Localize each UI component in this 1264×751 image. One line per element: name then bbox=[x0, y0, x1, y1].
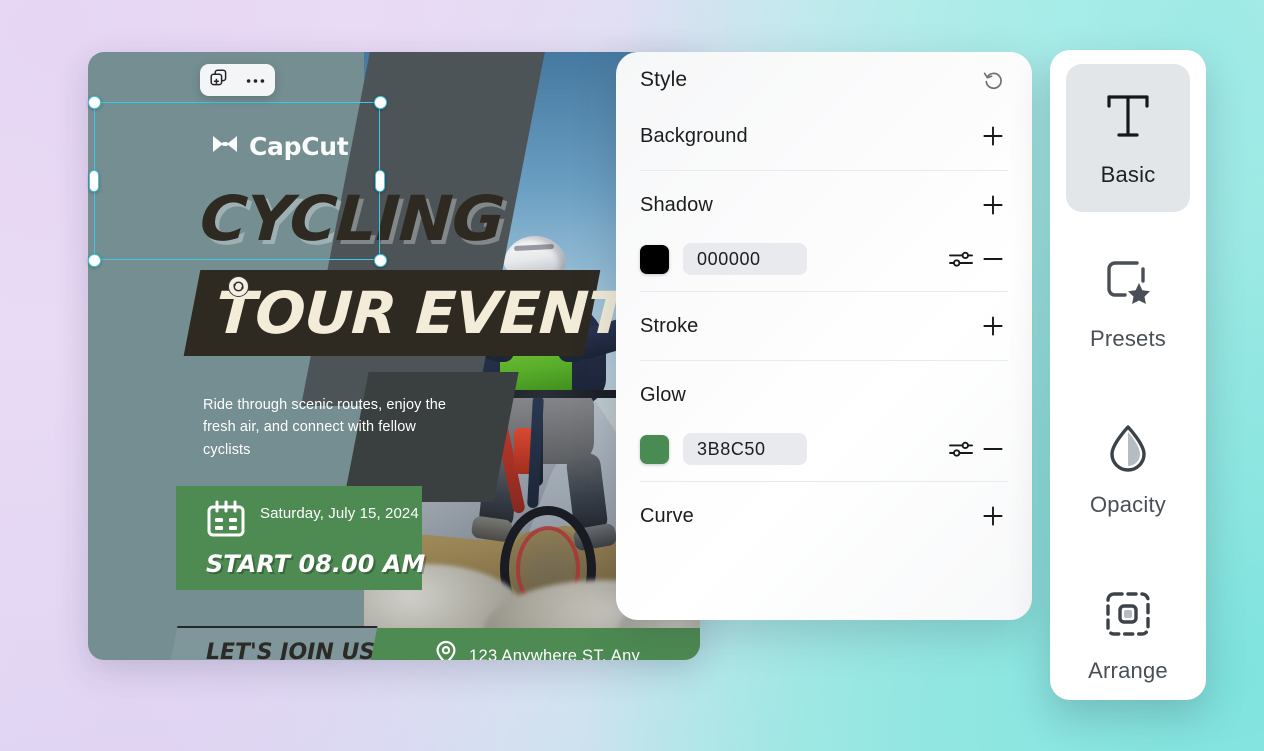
divider-3 bbox=[640, 360, 1008, 361]
poster-address[interactable]: 123 Anywhere ST, Any bbox=[433, 640, 640, 660]
glow-color-swatch[interactable] bbox=[640, 434, 669, 464]
add-background-button[interactable] bbox=[978, 121, 1008, 151]
selection-handle-right[interactable] bbox=[375, 170, 385, 192]
sidebar-label-basic: Basic bbox=[1100, 161, 1156, 187]
sidebar-item-basic[interactable]: Basic bbox=[1066, 64, 1190, 212]
selection-handle-top-right[interactable] bbox=[374, 96, 387, 109]
sidebar-label-arrange: Arrange bbox=[1088, 657, 1168, 683]
style-row-shadow[interactable]: Shadow bbox=[640, 177, 1008, 233]
sidebar-label-opacity: Opacity bbox=[1090, 491, 1166, 517]
arrange-icon bbox=[1103, 589, 1153, 644]
add-stroke-button[interactable] bbox=[978, 311, 1008, 341]
selection-bounding-box[interactable] bbox=[94, 102, 380, 260]
glow-hex-input[interactable]: 3B8C50 bbox=[683, 433, 807, 465]
poster-description[interactable]: Ride through scenic routes, enjoy the fr… bbox=[203, 394, 453, 461]
sidebar-item-presets[interactable]: Presets bbox=[1066, 230, 1190, 378]
presets-star-icon bbox=[1103, 257, 1153, 312]
style-panel-header: Style bbox=[640, 52, 1008, 108]
curve-label: Curve bbox=[640, 504, 694, 527]
style-row-background[interactable]: Background bbox=[640, 108, 1008, 164]
location-pin-icon bbox=[433, 640, 459, 660]
text-basic-icon bbox=[1103, 89, 1153, 148]
shadow-sliders-icon[interactable] bbox=[944, 244, 978, 274]
calendar-icon bbox=[206, 500, 246, 538]
glow-color-row: 3B8C50 bbox=[640, 423, 1008, 475]
divider-1 bbox=[640, 170, 1008, 171]
add-curve-button[interactable] bbox=[978, 501, 1008, 531]
shadow-color-swatch[interactable] bbox=[640, 244, 669, 274]
selection-handle-top-left[interactable] bbox=[88, 96, 101, 109]
style-panel-title: Style bbox=[640, 68, 688, 91]
opacity-droplet-icon bbox=[1104, 423, 1152, 478]
style-panel: Style Background Shadow 000000 Stroke Gl… bbox=[616, 52, 1032, 620]
style-row-glow[interactable]: Glow bbox=[640, 367, 1008, 423]
duplicate-icon[interactable] bbox=[210, 69, 227, 91]
poster-date-text[interactable]: Saturday, July 15, 2024 bbox=[260, 504, 419, 524]
selection-mini-toolbar[interactable] bbox=[200, 64, 275, 96]
style-row-curve[interactable]: Curve bbox=[640, 488, 1008, 544]
selection-handle-bottom-left[interactable] bbox=[88, 254, 101, 267]
more-options-icon[interactable] bbox=[246, 71, 265, 89]
poster-address-text: 123 Anywhere ST, Any bbox=[469, 647, 641, 660]
tools-sidebar: Basic Presets Opacity Arrange bbox=[1050, 50, 1206, 700]
divider-4 bbox=[640, 481, 1008, 482]
rotate-handle-icon[interactable] bbox=[228, 276, 249, 297]
sidebar-item-opacity[interactable]: Opacity bbox=[1066, 396, 1190, 544]
selection-handle-left[interactable] bbox=[89, 170, 99, 192]
selection-handle-bottom-right[interactable] bbox=[374, 254, 387, 267]
poster-join-label[interactable]: LET'S JOIN US bbox=[206, 640, 375, 660]
sidebar-label-presets: Presets bbox=[1090, 325, 1166, 351]
remove-shadow-button[interactable] bbox=[978, 244, 1008, 274]
shadow-hex-input[interactable]: 000000 bbox=[683, 243, 807, 275]
poster-title-line2[interactable]: TOUR EVENT bbox=[214, 279, 629, 347]
stroke-label: Stroke bbox=[640, 314, 699, 337]
shadow-color-row: 000000 bbox=[640, 233, 1008, 285]
divider-2 bbox=[640, 291, 1008, 292]
glow-sliders-icon[interactable] bbox=[944, 434, 978, 464]
app-root: CapCut CYCLING TOUR EVENT Ride through s… bbox=[0, 0, 1264, 751]
background-label: Background bbox=[640, 124, 748, 147]
poster-start-time[interactable]: START 08.00 AM bbox=[206, 550, 425, 578]
style-row-stroke[interactable]: Stroke bbox=[640, 298, 1008, 354]
sidebar-item-arrange[interactable]: Arrange bbox=[1066, 562, 1190, 710]
reset-icon[interactable] bbox=[978, 65, 1008, 95]
shadow-label: Shadow bbox=[640, 193, 713, 216]
remove-glow-button[interactable] bbox=[978, 434, 1008, 464]
add-shadow-button[interactable] bbox=[978, 190, 1008, 220]
glow-label: Glow bbox=[640, 383, 686, 406]
